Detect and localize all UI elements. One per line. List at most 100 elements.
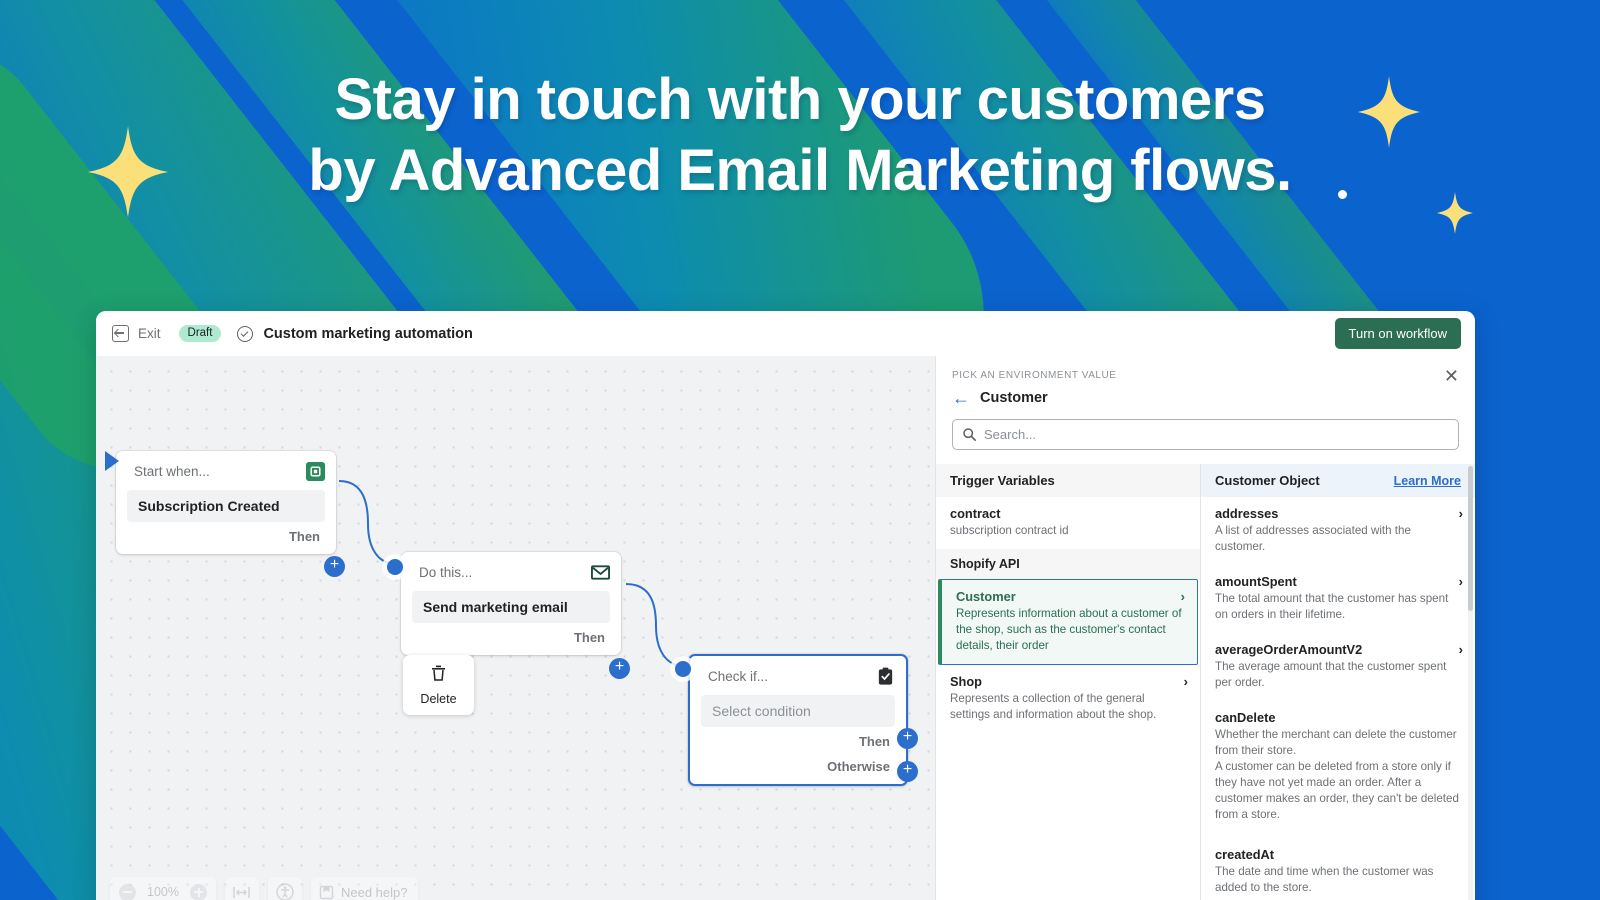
panel-header: PICK AN ENVIRONMENT VALUE ← Customer ✕ (936, 356, 1475, 407)
node-condition-value[interactable]: Select condition (701, 695, 895, 727)
chevron-right-icon: › (1458, 573, 1463, 589)
entry-description: The date and time when the customer was … (1215, 864, 1434, 894)
entry-description: A list of addresses associated with the … (1215, 524, 1411, 553)
clipboard-check-icon (878, 667, 893, 685)
trash-icon (432, 665, 445, 681)
panel-columns: Trigger Variables contract subscription … (936, 464, 1475, 900)
node-condition-footer-otherwise: Otherwise (827, 759, 890, 774)
panel-title: Customer (980, 390, 1048, 406)
chevron-right-icon: › (1458, 506, 1463, 521)
node-trigger[interactable]: Start when... Subscription Created Then (116, 451, 336, 554)
customer-object-header: Customer Object Learn More (1201, 464, 1475, 497)
add-step-button-2[interactable] (609, 658, 630, 679)
entry-description: Whether the merchant can delete the cust… (1215, 727, 1459, 821)
node-do-anchor (387, 559, 403, 575)
fit-icon (233, 886, 251, 898)
page-title: Custom marketing automation (263, 325, 473, 342)
entry-name: amountSpent (1215, 573, 1297, 589)
node-trigger-placeholder: Start when... (134, 464, 210, 479)
start-arrow-icon (105, 451, 119, 471)
canvas-toolbar: 100% Need help? (110, 877, 419, 900)
search-field[interactable] (952, 419, 1459, 450)
trigger-icon (306, 462, 325, 481)
node-condition-footer-then: Then (858, 734, 890, 749)
app-topbar: Exit Draft Custom marketing automation T… (96, 311, 1475, 356)
zoom-in-button[interactable] (186, 879, 212, 900)
zoom-level-label: 100% (147, 885, 179, 899)
entry-name: addresses (1215, 506, 1279, 521)
entry-description: The total amount that the customer has s… (1215, 591, 1449, 621)
panel-title-row: ← Customer (952, 389, 1457, 407)
trigger-variables-column: Trigger Variables contract subscription … (936, 464, 1201, 900)
envelope-icon (591, 565, 610, 580)
status-badge: Draft (178, 325, 222, 342)
add-step-button-1[interactable] (324, 556, 345, 577)
help-group[interactable]: Need help? (310, 877, 419, 900)
delete-label: Delete (420, 692, 457, 706)
node-condition-anchor (675, 661, 691, 677)
node-action-footer: Then (573, 630, 605, 645)
node-action[interactable]: Do this... Send marketing email Then (401, 552, 621, 655)
fit-to-screen-group (224, 877, 259, 900)
entry-description: Represents information about a customer … (956, 606, 1182, 652)
chevron-right-icon: › (1458, 641, 1463, 657)
learn-more-link[interactable]: Learn More (1394, 474, 1461, 488)
entry-name: canDelete (1215, 709, 1276, 725)
entry-name: Customer (956, 588, 1016, 604)
node-trigger-footer: Then (288, 529, 320, 544)
headline-line-2: by Advanced Email Marketing flows. (308, 138, 1292, 204)
list-item-createdat[interactable]: createdAt The date and time when the cus… (1201, 833, 1475, 900)
list-item-candelete[interactable]: canDelete Whether the merchant can delet… (1201, 701, 1475, 833)
customer-object-column: Customer Object Learn More › addresses A… (1201, 464, 1475, 900)
list-item-shop[interactable]: › Shop Represents a collection of the ge… (936, 665, 1200, 733)
close-icon[interactable]: ✕ (1444, 367, 1459, 385)
trigger-variables-header: Trigger Variables (936, 464, 1200, 497)
node-condition-placeholder: Check if... (708, 669, 769, 684)
zoom-controls: 100% (110, 877, 216, 900)
delete-card[interactable]: Delete (403, 655, 474, 715)
list-item-customer[interactable]: › Customer Represents information about … (938, 578, 1198, 665)
entry-name: contract (950, 506, 1001, 521)
entry-description: The average amount that the customer spe… (1215, 659, 1447, 689)
chevron-right-icon: › (1180, 588, 1185, 604)
list-item-contract[interactable]: contract subscription contract id (936, 497, 1200, 549)
panel-scrollbar-thumb[interactable] (1468, 466, 1473, 611)
node-trigger-head: Start when... (116, 451, 336, 490)
panel-eyebrow: PICK AN ENVIRONMENT VALUE (952, 370, 1117, 381)
search-input[interactable] (984, 427, 1448, 442)
app-window: Exit Draft Custom marketing automation T… (96, 311, 1475, 900)
node-action-value: Send marketing email (412, 591, 610, 623)
add-step-button-then[interactable] (897, 728, 918, 749)
turn-on-workflow-button[interactable]: Turn on workflow (1334, 318, 1461, 349)
entry-description: subscription contract id (950, 524, 1069, 537)
exit-icon (112, 325, 129, 342)
entry-name: createdAt (1215, 846, 1275, 862)
customer-object-title: Customer Object (1215, 473, 1320, 488)
fit-to-screen-button[interactable] (229, 879, 255, 900)
shopify-api-header: Shopify API (936, 548, 1200, 579)
entry-name: Shop (950, 673, 982, 689)
accessibility-button[interactable] (272, 879, 298, 900)
list-item-averageorderamountv2[interactable]: › averageOrderAmountV2 The average amoun… (1201, 633, 1475, 701)
node-condition-head: Check if... (690, 656, 906, 695)
exit-button[interactable]: Exit (112, 325, 161, 342)
back-arrow-icon[interactable]: ← (952, 389, 970, 407)
entry-description: Represents a collection of the general s… (950, 691, 1157, 721)
add-step-button-otherwise[interactable] (897, 761, 918, 782)
banner-headline: Stay in touch with your customers by Adv… (0, 64, 1600, 207)
node-action-head: Do this... (401, 552, 621, 591)
node-trigger-value: Subscription Created (127, 490, 325, 522)
accessibility-group (267, 877, 302, 900)
zoom-out-button[interactable] (114, 879, 140, 900)
chevron-right-icon: › (1183, 673, 1188, 689)
headline-line-1: Stay in touch with your customers (334, 67, 1266, 132)
node-condition[interactable]: Check if... Select condition Then Otherw… (688, 654, 908, 786)
help-book-icon (319, 885, 334, 899)
zoom-out-icon (118, 883, 136, 900)
search-icon (963, 428, 976, 441)
accessibility-icon (276, 883, 294, 900)
list-item-addresses[interactable]: › addresses A list of addresses associat… (1201, 497, 1475, 565)
list-item-amountspent[interactable]: › amountSpent The total amount that the … (1201, 565, 1475, 633)
zoom-in-icon (190, 883, 208, 900)
exit-label: Exit (138, 326, 161, 341)
